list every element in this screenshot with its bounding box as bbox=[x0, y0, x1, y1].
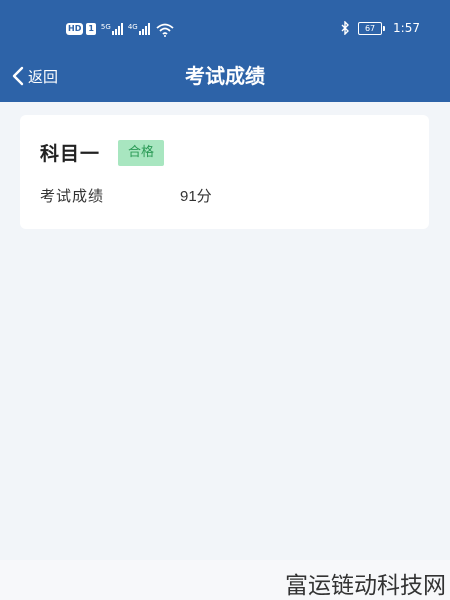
app-header: HD 1 5G 4G 67 1:57 返回 考试成绩 bbox=[0, 0, 450, 102]
battery-icon: 67 bbox=[358, 21, 386, 35]
signal-icon bbox=[138, 23, 150, 35]
signal-icon bbox=[111, 23, 123, 35]
clock: 1:57 bbox=[393, 21, 420, 35]
status-bar-left: HD 1 5G 4G bbox=[66, 20, 174, 38]
score-label: 考试成绩 bbox=[40, 187, 105, 205]
sim-badge: 1 bbox=[86, 23, 96, 35]
watermark: 富运链动科技网 bbox=[285, 573, 446, 599]
status-badge: 合格 bbox=[118, 139, 165, 166]
score-value: 91分 bbox=[180, 188, 212, 205]
hd-badge: HD bbox=[66, 23, 84, 35]
exam-result-card: 科目一 合格 考试成绩 91分 bbox=[20, 115, 429, 229]
signal-group-2: 4G bbox=[128, 23, 150, 35]
subject-row: 科目一 合格 bbox=[40, 139, 165, 166]
network-type-label: 4G bbox=[127, 23, 138, 31]
bluetooth-icon bbox=[340, 20, 350, 36]
network-type-label: 5G bbox=[100, 23, 111, 31]
subject-name: 科目一 bbox=[40, 143, 101, 165]
signal-group-1: 5G bbox=[101, 23, 123, 35]
score-row: 考试成绩 91分 bbox=[40, 185, 212, 206]
nav-bar: 返回 考试成绩 bbox=[0, 56, 450, 96]
wifi-icon bbox=[156, 22, 174, 37]
status-bar-right: 67 1:57 bbox=[340, 19, 420, 37]
battery-level: 67 bbox=[358, 21, 383, 35]
status-bar: HD 1 5G 4G 67 1:57 bbox=[0, 0, 450, 56]
page-title: 考试成绩 bbox=[185, 64, 265, 88]
